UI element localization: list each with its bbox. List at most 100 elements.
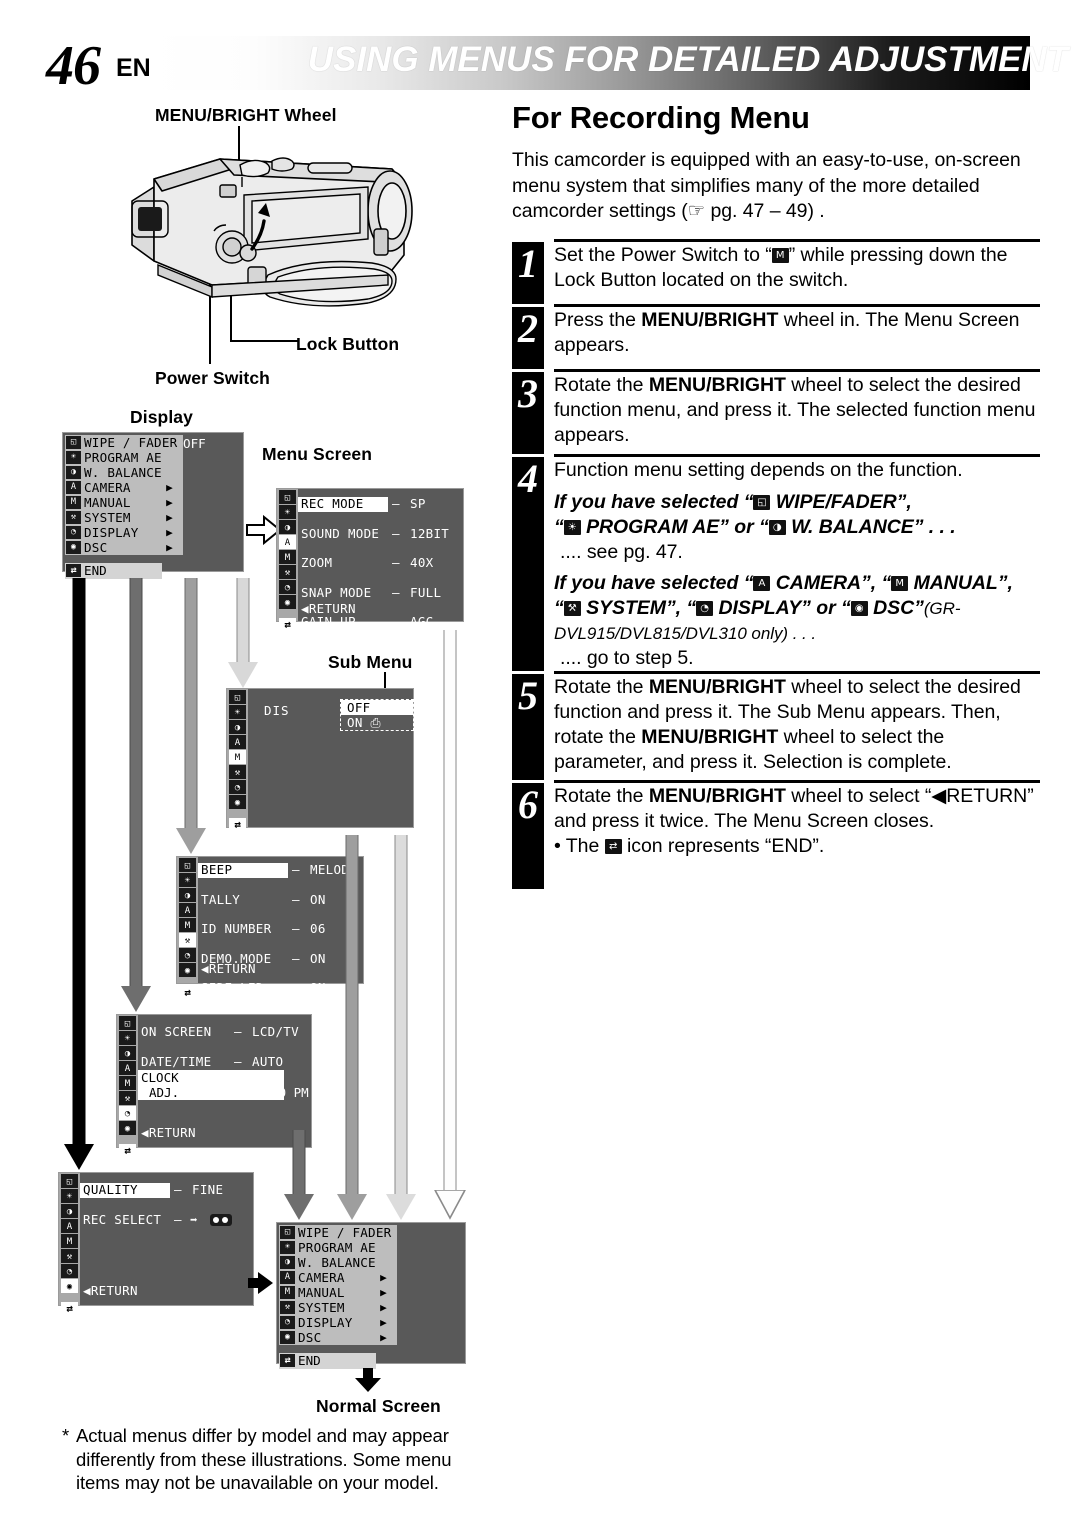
row-value: FULL — [410, 584, 442, 600]
camera-icon[interactable]: A — [61, 1219, 78, 1233]
step-text-a: Rotate the — [554, 675, 649, 698]
list-item[interactable]: ◱ WIPE / FADER — [279, 1225, 397, 1240]
system-icon[interactable]: ⚒ — [179, 933, 196, 947]
cond2-f: DISPLAY” or “ — [713, 596, 851, 619]
row-label: SNAP MODE — [301, 584, 372, 600]
return-icon[interactable]: ⇄ — [61, 1302, 78, 1316]
list-item[interactable]: ◉ DSC ▶ — [65, 540, 183, 555]
dsc-icon[interactable]: ◉ — [229, 795, 246, 809]
program-ae-icon[interactable]: ☀ — [61, 1189, 78, 1203]
list-item[interactable]: M MANUAL ▶ — [65, 495, 183, 510]
wipe-fader-icon[interactable]: ◱ — [179, 858, 196, 872]
list-item-label: PROGRAM AE — [84, 450, 162, 465]
osd-return-label[interactable]: ◀RETURN — [141, 1125, 196, 1140]
osd-option-on[interactable]: ON ⎙ — [341, 715, 413, 730]
dsc-icon[interactable]: ◉ — [279, 595, 296, 609]
list-item-label: MANUAL — [84, 495, 131, 510]
wipe-fader-icon[interactable]: ◱ — [279, 490, 296, 504]
step-text: Rotate the MENU/BRIGHT wheel to select “… — [554, 783, 1040, 859]
list-item[interactable]: ◑ W. BALANCE — [65, 465, 183, 480]
system-icon[interactable]: ⚒ — [119, 1091, 136, 1105]
camera-icon[interactable]: A — [229, 735, 246, 749]
display-icon[interactable]: ◔ — [61, 1264, 78, 1278]
camera-icon[interactable]: A — [279, 535, 296, 549]
manual-icon[interactable]: M — [61, 1234, 78, 1248]
list-item[interactable]: ☀ PROGRAM AE — [279, 1240, 397, 1255]
label-menu-bright-wheel: MENU/BRIGHT Wheel — [155, 105, 337, 125]
dsc-icon[interactable]: ◉ — [179, 963, 196, 977]
manual-icon[interactable]: M — [229, 750, 246, 764]
display-icon[interactable]: ◔ — [179, 948, 196, 962]
system-icon[interactable]: ⚒ — [61, 1249, 78, 1263]
camera-icon[interactable]: A — [179, 903, 196, 917]
manual-icon[interactable]: M — [279, 550, 296, 564]
table-row[interactable]: ZOOM – 40X — [298, 555, 463, 571]
white-balance-icon[interactable]: ◑ — [119, 1046, 136, 1060]
system-icon[interactable]: ⚒ — [229, 765, 246, 779]
row-value: AGC — [410, 614, 434, 629]
osd-option-off[interactable]: OFF — [341, 700, 413, 715]
white-balance-icon[interactable]: ◑ — [179, 888, 196, 902]
list-item[interactable]: ⚒ SYSTEM ▶ — [279, 1300, 397, 1315]
table-row[interactable]: GAIN UP – AGC — [298, 614, 463, 630]
table-row[interactable]: DATE/TIME – AUTO — [138, 1054, 311, 1070]
list-item[interactable]: ◔ DISPLAY ▶ — [279, 1315, 397, 1330]
dsc-icon[interactable]: ◉ — [61, 1279, 78, 1293]
row-label: BEEP — [198, 862, 288, 878]
camera-icon[interactable]: A — [119, 1061, 136, 1075]
menu-bright-bold: MENU/BRIGHT — [648, 373, 786, 396]
white-balance-icon[interactable]: ◑ — [61, 1204, 78, 1218]
program-ae-icon[interactable]: ☀ — [279, 505, 296, 519]
manual-icon[interactable]: M — [119, 1076, 136, 1090]
white-balance-icon[interactable]: ◑ — [279, 520, 296, 534]
cond1-c: “ — [554, 515, 564, 538]
program-ae-icon[interactable]: ☀ — [179, 873, 196, 887]
return-icon[interactable]: ⇄ — [179, 986, 196, 1000]
list-item[interactable]: A CAMERA ▶ — [65, 480, 183, 495]
program-ae-icon[interactable]: ☀ — [119, 1031, 136, 1045]
list-item[interactable]: ⚒ SYSTEM ▶ — [65, 510, 183, 525]
row-dash: – — [292, 921, 300, 936]
system-icon[interactable]: ⚒ — [279, 565, 296, 579]
list-item[interactable]: ☀ PROGRAM AE — [65, 450, 183, 465]
dsc-icon[interactable]: ◉ — [119, 1121, 136, 1135]
white-balance-icon[interactable]: ◑ — [229, 720, 246, 734]
table-row[interactable]: SNAP MODE – FULL — [298, 584, 463, 601]
return-icon: ⇄ — [66, 564, 81, 577]
return-icon[interactable]: ⇄ — [119, 1144, 136, 1158]
cond1-e: W. BALANCE” . . . — [785, 515, 956, 538]
osd-end-button[interactable]: ⇄ END — [279, 1353, 376, 1369]
table-row[interactable]: REC MODE – SP — [298, 496, 463, 512]
list-item[interactable]: M MANUAL ▶ — [279, 1285, 397, 1300]
table-row[interactable]: SOUND MODE – 12BIT — [298, 526, 463, 542]
return-icon[interactable]: ⇄ — [229, 818, 246, 832]
wipe-fader-icon[interactable]: ◱ — [229, 690, 246, 704]
return-icon: ⇄ — [280, 1354, 295, 1367]
osd-end-button[interactable]: ⇄ END — [65, 563, 162, 579]
osd-return-label[interactable]: ◀RETURN — [201, 961, 256, 976]
wipe-fader-icon: ◱ — [280, 1226, 295, 1239]
table-row[interactable]: QUALITY – FINE — [80, 1182, 253, 1198]
list-item[interactable]: ◱ WIPE / FADER — [65, 435, 183, 450]
bullet-b: icon represents “END”. — [621, 834, 825, 857]
table-row[interactable]: REC SELECT – ➡ — [80, 1212, 253, 1228]
manual-icon[interactable]: M — [179, 918, 196, 932]
wipe-fader-icon[interactable]: ◱ — [61, 1174, 78, 1188]
osd-return-label[interactable]: ◀RETURN — [83, 1283, 138, 1298]
row-dash: – — [392, 584, 400, 600]
chevron-right-icon: ▶ — [166, 496, 173, 509]
display-icon[interactable]: ◔ — [279, 580, 296, 594]
list-item[interactable]: ◔ DISPLAY ▶ — [65, 525, 183, 540]
osd-return-label[interactable]: ◀RETURN — [301, 601, 356, 616]
wipe-fader-icon[interactable]: ◱ — [119, 1016, 136, 1030]
table-row[interactable]: ON SCREEN – LCD/TV — [138, 1024, 311, 1040]
program-ae-icon[interactable]: ☀ — [229, 705, 246, 719]
list-item[interactable]: A CAMERA ▶ — [279, 1270, 397, 1285]
list-item[interactable]: ◉ DSC ▶ — [279, 1330, 397, 1345]
step-6: 6 Rotate the MENU/BRIGHT wheel to select… — [512, 782, 1040, 889]
display-icon[interactable]: ◔ — [119, 1106, 136, 1120]
return-icon[interactable]: ⇄ — [279, 618, 296, 632]
list-item[interactable]: ◑ W. BALANCE — [279, 1255, 397, 1270]
list-item-label: W. BALANCE — [298, 1255, 376, 1270]
display-icon[interactable]: ◔ — [229, 780, 246, 794]
